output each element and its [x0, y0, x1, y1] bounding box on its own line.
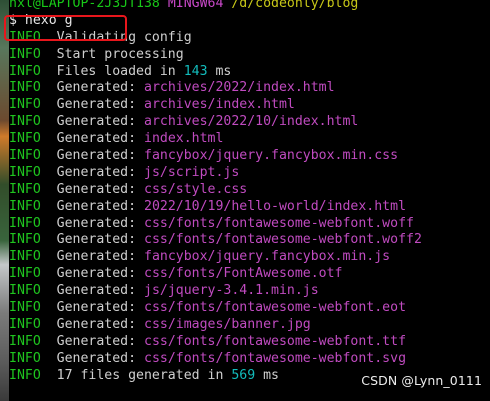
generated-file-path: js/jquery-3.4.1.min.js — [144, 283, 319, 299]
log-message: Generated: — [56, 148, 144, 164]
log-message: 17 files generated in — [56, 367, 232, 383]
log-level: INFO — [9, 283, 41, 299]
generated-file-path: archives/index.html — [144, 97, 295, 113]
generated-file-path: archives/2022/index.html — [144, 80, 335, 96]
background-window-strip — [0, 0, 9, 401]
log-line: INFO Generated: fancybox/jquery.fancybox… — [9, 249, 490, 266]
log-line: INFO Generated: css/fonts/fontawesome-we… — [9, 232, 490, 249]
terminal-output: hxl@LAPTOP-2J3JT138 MINGW64 /d/codeonly/… — [9, 0, 490, 384]
generated-file-path: fancybox/jquery.fancybox.min.js — [144, 249, 391, 265]
log-level: INFO — [9, 46, 41, 62]
log-line: INFO Generated: archives/index.html — [9, 97, 490, 114]
log-message: Generated: — [56, 97, 144, 113]
log-line: INFO Generated: fancybox/jquery.fancybox… — [9, 148, 490, 165]
log-message: Generated: — [56, 249, 144, 265]
generated-file-path: css/style.css — [144, 181, 248, 197]
log-level: INFO — [9, 198, 41, 214]
log-line: INFO Generated: css/fonts/fontawesome-we… — [9, 300, 490, 317]
log-line: INFO Generated: js/script.js — [9, 165, 490, 182]
generated-file-path: js/script.js — [144, 164, 240, 180]
log-level: INFO — [9, 131, 41, 147]
log-message: Generated: — [56, 114, 144, 130]
generated-file-path: css/fonts/fontawesome-webfont.ttf — [144, 333, 407, 349]
log-message: Generated: — [56, 80, 144, 96]
log-line: INFO Generated: css/fonts/fontawesome-we… — [9, 334, 490, 351]
log-line: INFO Generated: css/style.css — [9, 182, 490, 199]
prompt-system: MINGW64 — [167, 0, 224, 11]
duration-value: 143 — [183, 63, 208, 79]
log-level: INFO — [9, 367, 41, 383]
log-message: Files loaded in — [56, 63, 184, 79]
log-line: INFO Generated: css/fonts/fontawesome-we… — [9, 351, 490, 368]
log-line: INFO Generated: archives/2022/10/index.h… — [9, 114, 490, 131]
log-line: INFO Generated: index.html — [9, 131, 490, 148]
generated-file-path: css/images/banner.jpg — [144, 316, 311, 332]
log-level: INFO — [9, 333, 41, 349]
log-message: Generated: — [56, 198, 144, 214]
log-level: INFO — [9, 266, 41, 282]
log-message: Start processing — [56, 46, 184, 62]
log-level: INFO — [9, 215, 41, 231]
log-level: INFO — [9, 148, 41, 164]
duration-unit: ms — [207, 63, 232, 79]
log-line: INFO Generated: 2022/10/19/hello-world/i… — [9, 199, 490, 216]
log-message: Generated: — [56, 215, 144, 231]
log-lines: INFO Validating config INFO Start process… — [9, 30, 490, 385]
generated-file-path: css/fonts/FontAwesome.otf — [144, 266, 343, 282]
generated-file-path: css/fonts/fontawesome-webfont.svg — [144, 350, 407, 366]
log-level: INFO — [9, 300, 41, 316]
log-line: INFO Files loaded in 143 ms — [9, 64, 490, 81]
log-level: INFO — [9, 181, 41, 197]
duration-value: 569 — [231, 367, 256, 383]
command-highlight-box — [4, 15, 127, 41]
log-level: INFO — [9, 80, 41, 96]
generated-file-path: 2022/10/19/hello-world/index.html — [144, 198, 407, 214]
log-message: Generated: — [56, 266, 144, 282]
prompt-path: /d/codeonly/blog — [231, 0, 359, 11]
log-line: INFO Start processing — [9, 47, 490, 64]
log-message: Generated: — [56, 350, 144, 366]
log-message: Generated: — [56, 333, 144, 349]
log-message: Generated: — [56, 131, 144, 147]
log-level: INFO — [9, 63, 41, 79]
log-line: INFO Generated: archives/2022/index.html — [9, 80, 490, 97]
duration-unit: ms — [255, 367, 279, 383]
log-message: Generated: — [56, 232, 144, 248]
prompt-line: hxl@LAPTOP-2J3JT138 MINGW64 /d/codeonly/… — [9, 0, 490, 13]
log-message: Generated: — [56, 300, 144, 316]
log-line: INFO Generated: css/fonts/FontAwesome.ot… — [9, 266, 490, 283]
log-message: Generated: — [56, 164, 144, 180]
log-message: Generated: — [56, 283, 144, 299]
generated-file-path: css/fonts/fontawesome-webfont.eot — [144, 300, 407, 316]
log-line: INFO Generated: css/fonts/fontawesome-we… — [9, 216, 490, 233]
generated-file-path: index.html — [144, 131, 224, 147]
log-level: INFO — [9, 316, 41, 332]
log-line: INFO Generated: js/jquery-3.4.1.min.js — [9, 283, 490, 300]
prompt-user-host: hxl@LAPTOP-2J3JT138 — [9, 0, 160, 11]
log-message: Generated: — [56, 181, 144, 197]
log-line: INFO Generated: css/images/banner.jpg — [9, 317, 490, 334]
generated-file-path: css/fonts/fontawesome-webfont.woff2 — [144, 232, 422, 248]
generated-file-path: css/fonts/fontawesome-webfont.woff — [144, 215, 414, 231]
terminal-window[interactable]: hxl@LAPTOP-2J3JT138 MINGW64 /d/codeonly/… — [0, 0, 490, 401]
watermark: CSDN @Lynn_0111 — [361, 373, 482, 389]
log-level: INFO — [9, 249, 41, 265]
log-level: INFO — [9, 97, 41, 113]
log-level: INFO — [9, 350, 41, 366]
log-level: INFO — [9, 164, 41, 180]
generated-file-path: archives/2022/10/index.html — [144, 114, 359, 130]
log-level: INFO — [9, 114, 41, 130]
log-level: INFO — [9, 232, 41, 248]
generated-file-path: fancybox/jquery.fancybox.min.css — [144, 148, 399, 164]
log-message: Generated: — [56, 316, 144, 332]
